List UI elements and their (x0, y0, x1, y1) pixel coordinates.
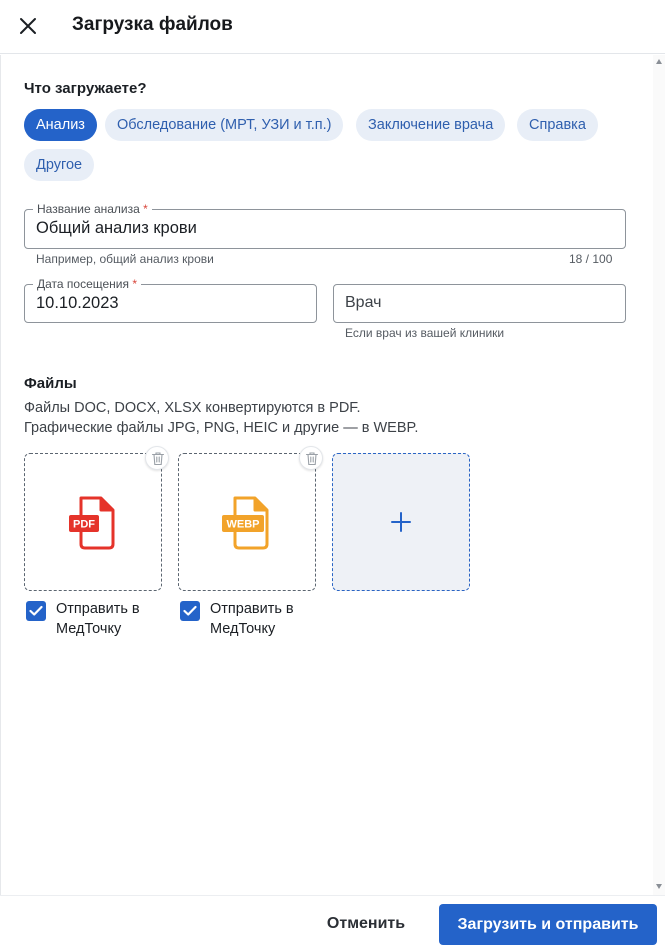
analysis-name-field[interactable]: Название анализа * Общий анализ крови (24, 202, 626, 249)
delete-file-pdf-button[interactable] (145, 446, 169, 470)
chip-certificate[interactable]: Справка (517, 109, 598, 141)
pdf-file-icon: PDF (69, 496, 115, 550)
files-description-line2: Графические файлы JPG, PNG, HEIC и други… (24, 420, 419, 436)
chip-examination[interactable]: Обследование (МРТ, УЗИ и т.п.) (105, 109, 344, 141)
checkmark-icon (29, 605, 43, 616)
chip-analysis[interactable]: Анализ (24, 109, 97, 141)
cancel-button[interactable]: Отменить (306, 904, 426, 944)
trash-icon (151, 452, 165, 466)
plus-icon (391, 512, 411, 532)
upload-and-send-button[interactable]: Загрузить и отправить (439, 904, 657, 945)
checkmark-icon (183, 605, 197, 616)
dialog-title: Загрузка файлов (72, 14, 233, 35)
send-checkbox-webp[interactable] (180, 601, 200, 621)
files-description-line1: Файлы DOC, DOCX, XLSX конвертируются в P… (24, 400, 361, 416)
files-section-title: Файлы (24, 375, 77, 392)
trash-icon (305, 452, 319, 466)
file-card-pdf[interactable]: PDF (24, 453, 162, 591)
chip-doctor-conclusion[interactable]: Заключение врача (356, 109, 506, 141)
visit-date-field[interactable]: Дата посещения * 10.10.2023 (24, 277, 317, 323)
analysis-name-counter: 18 / 100 (569, 252, 613, 266)
image-file-icon: WEBP (222, 496, 269, 550)
scroll-up-icon[interactable] (656, 59, 662, 64)
scroll-down-icon[interactable] (656, 884, 662, 889)
visit-date-label: Дата посещения * (33, 277, 142, 291)
doctor-field[interactable]: Врач (333, 284, 626, 323)
type-section-title: Что загружаете? (24, 80, 147, 97)
dialog-header: Загрузка файлов (0, 0, 665, 54)
pdf-badge-text: PDF (73, 519, 95, 531)
doctor-helper: Если врач из вашей клиники (345, 326, 505, 340)
doctor-placeholder: Врач (345, 294, 382, 311)
send-label-pdf[interactable]: Отправить в МедТочку (56, 599, 166, 639)
file-card-webp[interactable]: WEBP (178, 453, 316, 591)
send-checkbox-pdf[interactable] (26, 601, 46, 621)
visit-date-value[interactable]: 10.10.2023 (36, 294, 119, 313)
chip-other[interactable]: Другое (24, 149, 95, 181)
close-icon[interactable] (14, 12, 42, 40)
delete-file-webp-button[interactable] (299, 446, 323, 470)
analysis-name-label: Название анализа * (33, 202, 152, 216)
add-file-button[interactable] (332, 453, 470, 591)
scrollbar[interactable] (653, 55, 665, 895)
analysis-name-helper: Например, общий анализ крови (36, 252, 214, 266)
analysis-name-value[interactable]: Общий анализ крови (36, 219, 197, 238)
send-label-webp[interactable]: Отправить в МедТочку (210, 599, 320, 639)
webp-badge-text: WEBP (227, 519, 260, 531)
dialog-footer: Отменить Загрузить и отправить (0, 895, 665, 951)
